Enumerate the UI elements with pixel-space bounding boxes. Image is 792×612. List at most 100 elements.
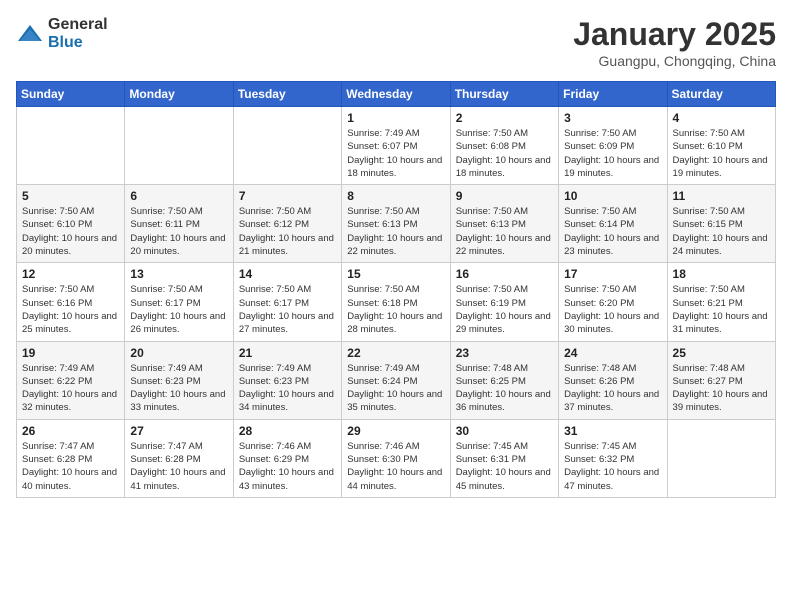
day-info: Sunrise: 7:48 AM Sunset: 6:26 PM Dayligh… bbox=[564, 362, 661, 415]
calendar-cell: 17Sunrise: 7:50 AM Sunset: 6:20 PM Dayli… bbox=[559, 263, 667, 341]
day-info: Sunrise: 7:49 AM Sunset: 6:23 PM Dayligh… bbox=[239, 362, 336, 415]
logo-general-text: General bbox=[48, 16, 108, 33]
day-info: Sunrise: 7:50 AM Sunset: 6:10 PM Dayligh… bbox=[22, 205, 119, 258]
day-number: 26 bbox=[22, 424, 119, 438]
day-info: Sunrise: 7:49 AM Sunset: 6:22 PM Dayligh… bbox=[22, 362, 119, 415]
calendar-cell: 28Sunrise: 7:46 AM Sunset: 6:29 PM Dayli… bbox=[233, 419, 341, 497]
day-info: Sunrise: 7:46 AM Sunset: 6:29 PM Dayligh… bbox=[239, 440, 336, 493]
calendar-cell bbox=[233, 107, 341, 185]
day-info: Sunrise: 7:47 AM Sunset: 6:28 PM Dayligh… bbox=[130, 440, 227, 493]
day-info: Sunrise: 7:50 AM Sunset: 6:13 PM Dayligh… bbox=[347, 205, 444, 258]
day-info: Sunrise: 7:49 AM Sunset: 6:23 PM Dayligh… bbox=[130, 362, 227, 415]
calendar-cell: 14Sunrise: 7:50 AM Sunset: 6:17 PM Dayli… bbox=[233, 263, 341, 341]
calendar-cell: 25Sunrise: 7:48 AM Sunset: 6:27 PM Dayli… bbox=[667, 341, 775, 419]
calendar-cell: 13 Sunrise: 7:50 AM Sunset: 6:17 PM Dayli… bbox=[125, 263, 233, 341]
weekday-header-tuesday: Tuesday bbox=[233, 82, 341, 107]
calendar-cell: 9 Sunrise: 7:50 AM Sunset: 6:13 PM Daylig… bbox=[450, 185, 558, 263]
day-info: Sunrise: 7:50 AM Sunset: 6:09 PM Dayligh… bbox=[564, 127, 661, 180]
day-info: Sunrise: 7:50 AM Sunset: 6:18 PM Dayligh… bbox=[347, 283, 444, 336]
day-number: 7 bbox=[239, 189, 336, 203]
calendar-subtitle: Guangpu, Chongqing, China bbox=[573, 53, 776, 69]
calendar-cell bbox=[125, 107, 233, 185]
day-number: 16 bbox=[456, 267, 553, 281]
calendar-cell: 7 Sunrise: 7:50 AM Sunset: 6:12 PM Daylig… bbox=[233, 185, 341, 263]
calendar-cell: 6 Sunrise: 7:50 AM Sunset: 6:11 PM Daylig… bbox=[125, 185, 233, 263]
calendar-cell: 22 Sunrise: 7:49 AM Sunset: 6:24 PM Dayli… bbox=[342, 341, 450, 419]
day-info: Sunrise: 7:46 AM Sunset: 6:30 PM Dayligh… bbox=[347, 440, 444, 493]
day-number: 13 bbox=[130, 267, 227, 281]
day-number: 19 bbox=[22, 346, 119, 360]
calendar-cell: 4 Sunrise: 7:50 AM Sunset: 6:10 PM Daylig… bbox=[667, 107, 775, 185]
day-number: 21 bbox=[239, 346, 336, 360]
day-number: 2 bbox=[456, 111, 553, 125]
calendar-title: January 2025 bbox=[573, 16, 776, 53]
weekday-header-wednesday: Wednesday bbox=[342, 82, 450, 107]
day-info: Sunrise: 7:45 AM Sunset: 6:32 PM Dayligh… bbox=[564, 440, 661, 493]
calendar-cell: 20 Sunrise: 7:49 AM Sunset: 6:23 PM Dayli… bbox=[125, 341, 233, 419]
calendar-week-row: 19 Sunrise: 7:49 AM Sunset: 6:22 PM Dayli… bbox=[17, 341, 776, 419]
day-number: 15 bbox=[347, 267, 444, 281]
day-info: Sunrise: 7:50 AM Sunset: 6:12 PM Dayligh… bbox=[239, 205, 336, 258]
calendar-cell: 15 Sunrise: 7:50 AM Sunset: 6:18 PM Dayli… bbox=[342, 263, 450, 341]
day-number: 24 bbox=[564, 346, 661, 360]
day-info: Sunrise: 7:50 AM Sunset: 6:15 PM Dayligh… bbox=[673, 205, 770, 258]
calendar-cell bbox=[667, 419, 775, 497]
day-number: 1 bbox=[347, 111, 444, 125]
calendar-cell: 27Sunrise: 7:47 AM Sunset: 6:28 PM Dayli… bbox=[125, 419, 233, 497]
calendar-week-row: 26 Sunrise: 7:47 AM Sunset: 6:28 PM Dayli… bbox=[17, 419, 776, 497]
day-info: Sunrise: 7:50 AM Sunset: 6:17 PM Dayligh… bbox=[239, 283, 336, 336]
calendar-cell: 5 Sunrise: 7:50 AM Sunset: 6:10 PM Daylig… bbox=[17, 185, 125, 263]
day-number: 29 bbox=[347, 424, 444, 438]
day-number: 4 bbox=[673, 111, 770, 125]
day-number: 11 bbox=[673, 189, 770, 203]
calendar-cell: 1 Sunrise: 7:49 AM Sunset: 6:07 PM Daylig… bbox=[342, 107, 450, 185]
weekday-header-saturday: Saturday bbox=[667, 82, 775, 107]
calendar-cell: 23Sunrise: 7:48 AM Sunset: 6:25 PM Dayli… bbox=[450, 341, 558, 419]
day-info: Sunrise: 7:50 AM Sunset: 6:14 PM Dayligh… bbox=[564, 205, 661, 258]
day-info: Sunrise: 7:50 AM Sunset: 6:13 PM Dayligh… bbox=[456, 205, 553, 258]
day-info: Sunrise: 7:50 AM Sunset: 6:10 PM Dayligh… bbox=[673, 127, 770, 180]
day-number: 10 bbox=[564, 189, 661, 203]
weekday-header-friday: Friday bbox=[559, 82, 667, 107]
day-number: 18 bbox=[673, 267, 770, 281]
day-number: 31 bbox=[564, 424, 661, 438]
calendar-cell: 12Sunrise: 7:50 AM Sunset: 6:16 PM Dayli… bbox=[17, 263, 125, 341]
page-header: General Blue January 2025 Guangpu, Chong… bbox=[16, 16, 776, 69]
day-number: 30 bbox=[456, 424, 553, 438]
day-number: 5 bbox=[22, 189, 119, 203]
calendar-header-row: SundayMondayTuesdayWednesdayThursdayFrid… bbox=[17, 82, 776, 107]
calendar-table: SundayMondayTuesdayWednesdayThursdayFrid… bbox=[16, 81, 776, 498]
calendar-cell: 29 Sunrise: 7:46 AM Sunset: 6:30 PM Dayli… bbox=[342, 419, 450, 497]
day-info: Sunrise: 7:47 AM Sunset: 6:28 PM Dayligh… bbox=[22, 440, 119, 493]
day-info: Sunrise: 7:45 AM Sunset: 6:31 PM Dayligh… bbox=[456, 440, 553, 493]
day-info: Sunrise: 7:50 AM Sunset: 6:21 PM Dayligh… bbox=[673, 283, 770, 336]
calendar-cell: 10 Sunrise: 7:50 AM Sunset: 6:14 PM Dayli… bbox=[559, 185, 667, 263]
calendar-cell: 21 Sunrise: 7:49 AM Sunset: 6:23 PM Dayli… bbox=[233, 341, 341, 419]
day-number: 9 bbox=[456, 189, 553, 203]
calendar-cell: 30 Sunrise: 7:45 AM Sunset: 6:31 PM Dayli… bbox=[450, 419, 558, 497]
day-info: Sunrise: 7:50 AM Sunset: 6:17 PM Dayligh… bbox=[130, 283, 227, 336]
calendar-cell: 26 Sunrise: 7:47 AM Sunset: 6:28 PM Dayli… bbox=[17, 419, 125, 497]
day-number: 25 bbox=[673, 346, 770, 360]
day-info: Sunrise: 7:49 AM Sunset: 6:24 PM Dayligh… bbox=[347, 362, 444, 415]
day-number: 20 bbox=[130, 346, 227, 360]
logo: General Blue bbox=[16, 16, 108, 52]
calendar-cell: 11 Sunrise: 7:50 AM Sunset: 6:15 PM Dayli… bbox=[667, 185, 775, 263]
day-info: Sunrise: 7:50 AM Sunset: 6:11 PM Dayligh… bbox=[130, 205, 227, 258]
logo-blue-text: Blue bbox=[48, 34, 83, 51]
calendar-cell: 19 Sunrise: 7:49 AM Sunset: 6:22 PM Dayli… bbox=[17, 341, 125, 419]
weekday-header-monday: Monday bbox=[125, 82, 233, 107]
day-info: Sunrise: 7:50 AM Sunset: 6:08 PM Dayligh… bbox=[456, 127, 553, 180]
calendar-cell: 24 Sunrise: 7:48 AM Sunset: 6:26 PM Dayli… bbox=[559, 341, 667, 419]
day-number: 22 bbox=[347, 346, 444, 360]
calendar-cell: 2 Sunrise: 7:50 AM Sunset: 6:08 PM Daylig… bbox=[450, 107, 558, 185]
title-block: January 2025 Guangpu, Chongqing, China bbox=[573, 16, 776, 69]
day-info: Sunrise: 7:49 AM Sunset: 6:07 PM Dayligh… bbox=[347, 127, 444, 180]
day-number: 6 bbox=[130, 189, 227, 203]
day-number: 8 bbox=[347, 189, 444, 203]
logo-icon bbox=[16, 23, 44, 45]
day-info: Sunrise: 7:50 AM Sunset: 6:19 PM Dayligh… bbox=[456, 283, 553, 336]
calendar-cell: 16 Sunrise: 7:50 AM Sunset: 6:19 PM Dayli… bbox=[450, 263, 558, 341]
day-number: 12 bbox=[22, 267, 119, 281]
calendar-cell: 18 Sunrise: 7:50 AM Sunset: 6:21 PM Dayli… bbox=[667, 263, 775, 341]
